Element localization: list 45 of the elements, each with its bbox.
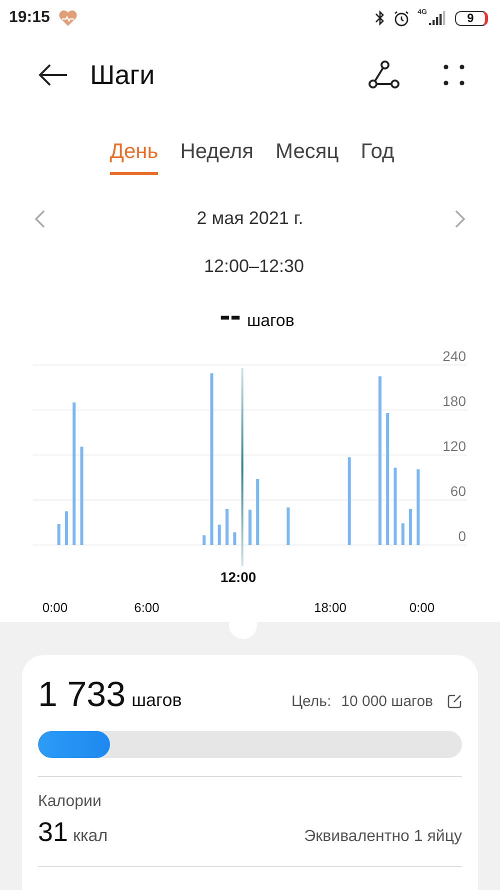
- calories-equivalent: Эквивалентно 1 яйцу: [304, 828, 462, 846]
- axis-label: 0:00: [42, 600, 68, 615]
- step-bar: [286, 508, 290, 545]
- period-tab[interactable]: Неделя: [180, 134, 254, 175]
- goal-value: 10 000 шагов: [341, 693, 433, 710]
- step-bar: [233, 532, 236, 545]
- alarm-icon: [392, 10, 410, 26]
- step-reading: --: [220, 297, 241, 334]
- axis-label: 180: [442, 393, 466, 409]
- goal-label: Цель:: [291, 693, 332, 710]
- battery-indicator: 9: [455, 10, 488, 26]
- signal-icon: [429, 11, 447, 25]
- page-title: Шаги: [90, 60, 156, 90]
- axis-label: 0: [458, 528, 466, 544]
- time-cursor[interactable]: [241, 368, 244, 566]
- step-bar: [64, 511, 68, 545]
- status-time: 19:15: [9, 9, 50, 27]
- calories-value: 31: [38, 817, 68, 847]
- axis-label: 240: [442, 348, 466, 364]
- axis-label: 60: [450, 483, 466, 499]
- heart-icon: [58, 10, 78, 26]
- step-bar: [218, 524, 221, 545]
- period-tab[interactable]: Год: [360, 134, 394, 175]
- step-bar: [401, 523, 404, 545]
- date-label: 2 мая 2021 г.: [196, 208, 304, 229]
- calories-unit: ккал: [73, 826, 108, 845]
- step-bar: [256, 479, 260, 545]
- step-unit: шагов: [246, 311, 294, 331]
- axis-label: 0:00: [409, 600, 435, 615]
- axis-label: 120: [442, 438, 466, 454]
- axis-label: 6:00: [134, 600, 160, 615]
- axis-label: 18:00: [314, 600, 347, 615]
- step-bar: [57, 524, 60, 545]
- step-bar: [248, 510, 252, 545]
- cursor-time-label: 12:00: [220, 569, 256, 585]
- time-range: 12:00–12:30: [204, 256, 304, 276]
- bluetooth-icon: [374, 10, 385, 26]
- step-bar: [226, 509, 229, 545]
- step-bar: [409, 509, 412, 545]
- edit-icon[interactable]: [447, 694, 462, 709]
- period-tab[interactable]: Месяц: [275, 134, 339, 175]
- step-count: 1 733: [38, 675, 126, 714]
- step-unit: шагов: [132, 690, 182, 710]
- calories-label: Калории: [38, 793, 102, 811]
- step-bar: [202, 535, 206, 545]
